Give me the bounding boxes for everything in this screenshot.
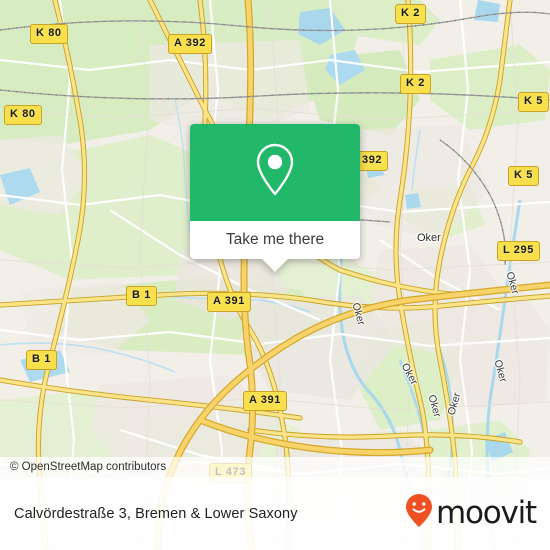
place-label-oker: Oker [417, 232, 441, 244]
popup-pointer [262, 259, 288, 272]
road-shield: K 5 [508, 166, 539, 186]
moovit-wordmark: moovit [435, 495, 537, 531]
road-shield: A 392 [168, 34, 212, 54]
road-shield: A 391 [207, 292, 251, 312]
road-shield: B 1 [26, 350, 57, 370]
road-shield: 392 [356, 151, 389, 171]
map-popup-card[interactable]: Take me there [190, 124, 360, 272]
road-shield: K 2 [400, 74, 431, 94]
moovit-logo[interactable]: moovit [404, 493, 537, 534]
road-shield: K 2 [395, 4, 426, 24]
road-shield: K 80 [4, 105, 42, 125]
osm-attribution: © OpenStreetMap contributors [0, 457, 550, 477]
bottom-bar: Calvördestraße 3, Bremen & Lower Saxony … [0, 477, 550, 550]
road-shield: K 80 [30, 24, 68, 44]
map-pin-icon [252, 141, 298, 204]
map-screenshot: K 80 A 392 K 2 K 2 K 5 K 80 K 5 392 L 29… [0, 0, 550, 550]
road-shield: K 5 [518, 92, 549, 112]
address-label: Calvördestraße 3, Bremen & Lower Saxony [14, 505, 298, 522]
take-me-there-button[interactable]: Take me there [190, 221, 360, 259]
moovit-smiley-pin-icon [404, 493, 434, 534]
road-shield: B 1 [126, 286, 157, 306]
road-shield: L 295 [497, 241, 540, 261]
osm-attribution-text[interactable]: © OpenStreetMap contributors [0, 461, 166, 473]
popup-pin-area [190, 124, 360, 221]
road-shield: A 391 [243, 391, 287, 411]
